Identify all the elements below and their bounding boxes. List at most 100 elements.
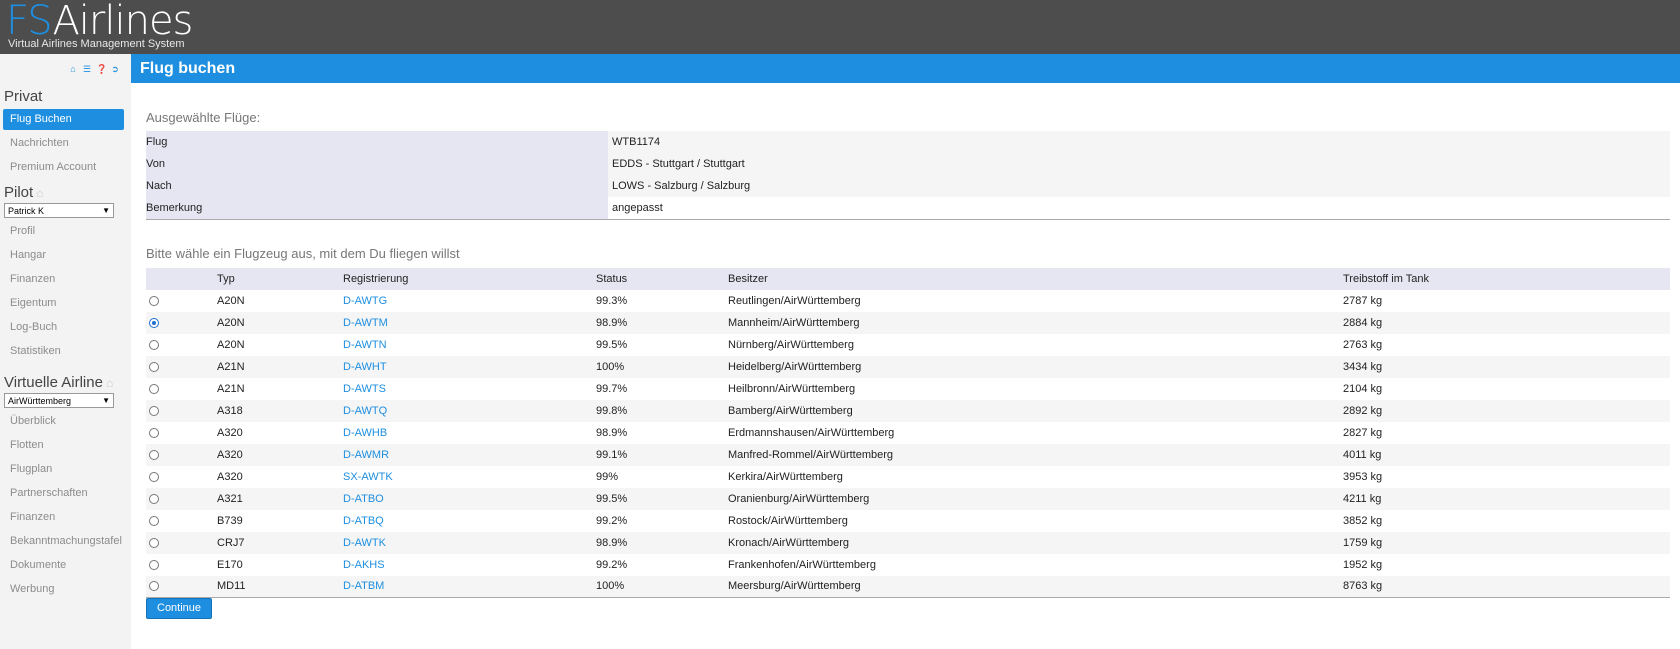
registration-link[interactable]: D-AWTG	[343, 295, 387, 307]
radio-cell	[146, 575, 217, 598]
sidebar-item-flugplan[interactable]: Flugplan	[3, 459, 124, 480]
table-row[interactable]: A320 SX-AWTK 99% Kerkira/AirWürttemberg 3953…	[146, 466, 1670, 488]
chat-icon[interactable]: ☰	[82, 64, 92, 75]
table-row[interactable]: E170 D-AKHS 99.2% Frankenhofen/AirWürttembe…	[146, 554, 1670, 576]
table-row[interactable]: MD11 D-ATBM 100% Meersburg/AirWürttemberg 87…	[146, 575, 1670, 598]
aircraft-type: A318	[217, 399, 343, 422]
aircraft-type: MD11	[217, 575, 343, 598]
pilot-select[interactable]: Patrick K ▼	[4, 203, 114, 218]
table-row[interactable]: A20N D-AWTM 98.9% Mannheim/AirWürttemberg 28…	[146, 311, 1670, 334]
info-label: Bemerkung	[146, 197, 608, 219]
aircraft-status: 99.7%	[596, 382, 628, 395]
info-label: Von	[146, 153, 608, 175]
table-row[interactable]: A21N D-AWHT 100% Heidelberg/AirWürttemberg 3…	[146, 355, 1670, 378]
logout-icon[interactable]: ➲	[110, 64, 120, 75]
registration-cell: D-AWMR	[343, 443, 596, 466]
table-row[interactable]: A318 D-AWTQ 99.8% Bamberg/AirWürttemberg 289…	[146, 399, 1670, 422]
table-row[interactable]: A320 D-AWHB 98.9% Erdmannshausen/AirWürttem…	[146, 422, 1670, 444]
aircraft-owner: Rostock/AirWürttemberg	[728, 514, 848, 527]
sidebar-item-berblick[interactable]: Überblick	[3, 411, 124, 432]
aircraft-radio[interactable]	[149, 537, 159, 548]
aircraft-status: 100%	[596, 575, 728, 598]
aircraft-owner: Heilbronn/AirWürttemberg	[728, 382, 856, 395]
aircraft-radio[interactable]	[149, 559, 159, 570]
aircraft-type: A20N	[217, 311, 343, 334]
aircraft-radio[interactable]	[149, 449, 159, 460]
table-row[interactable]: CRJ7 D-AWTK 98.9% Kronach/AirWürttemberg 175…	[146, 531, 1670, 554]
sidebar-item-eigentum[interactable]: Eigentum	[3, 293, 124, 314]
aircraft-type: A321	[217, 487, 343, 510]
sidebar-item-finanzen[interactable]: Finanzen	[3, 507, 124, 528]
aircraft-radio[interactable]	[149, 339, 159, 350]
table-row[interactable]: A321 D-ATBO 99.5% Oranienburg/AirWürttember…	[146, 487, 1670, 510]
sidebar-item-nachrichten[interactable]: Nachrichten	[3, 133, 124, 154]
home-icon[interactable]: ⌂	[68, 64, 78, 74]
main-content: Ausgewählte Flüge: Flug WTB1174 Von EDDS - …	[146, 83, 1670, 619]
aircraft-radio[interactable]	[149, 295, 159, 306]
column-header: Status	[596, 267, 728, 290]
aircraft-type: A320	[217, 470, 243, 483]
sidebar-item-flug-buchen[interactable]: Flug Buchen	[3, 109, 124, 130]
aircraft-status: 99.1%	[596, 443, 728, 466]
table-row[interactable]: B739 D-ATBQ 99.2% Rostock/AirWürttemberg 385…	[146, 510, 1670, 532]
radio-cell	[146, 443, 217, 466]
radio-cell	[146, 378, 217, 400]
airline-select-value: AirWürttemberg	[8, 395, 72, 406]
registration-link[interactable]: D-ATBQ	[343, 515, 384, 527]
sidebar-item-werbung[interactable]: Werbung	[3, 579, 124, 600]
registration-link[interactable]: D-AWTN	[343, 339, 387, 351]
registration-link[interactable]: D-ATBO	[343, 493, 384, 505]
registration-link[interactable]: D-AKHS	[343, 559, 385, 571]
registration-link[interactable]: D-AWHB	[343, 427, 387, 439]
table-row: Von EDDS - Stuttgart / Stuttgart	[146, 153, 1670, 175]
registration-cell: D-AWTQ	[343, 399, 596, 422]
radio-cell	[146, 422, 217, 444]
sidebar-private-list: Flug Buchen Nachrichten Premium Account	[0, 109, 131, 178]
sidebar-item-dokumente[interactable]: Dokumente	[3, 555, 124, 576]
aircraft-status: 99.8%	[596, 399, 728, 422]
aircraft-radio[interactable]	[149, 427, 159, 438]
aircraft-owner: Manfred-Rommel/AirWürttemberg	[728, 443, 1343, 466]
aircraft-radio[interactable]	[149, 383, 159, 394]
registration-link[interactable]: D-AWTQ	[343, 405, 387, 417]
aircraft-radio[interactable]	[149, 581, 159, 592]
aircraft-radio[interactable]	[149, 317, 159, 328]
brand-logo[interactable]: FSAirlines	[6, 0, 193, 42]
aircraft-radio[interactable]	[149, 471, 159, 482]
sidebar-item-finanzen[interactable]: Finanzen	[3, 269, 124, 290]
airline-select[interactable]: AirWürttemberg ▼	[4, 393, 114, 408]
table-row[interactable]: A320 D-AWMR 99.1% Manfred-Rommel/AirWürttem…	[146, 443, 1670, 466]
sidebar-item-profil[interactable]: Profil	[3, 221, 124, 242]
registration-link[interactable]: D-AWTM	[343, 317, 388, 329]
aircraft-status: 99.5%	[596, 338, 628, 351]
aircraft-owner: Nürnberg/AirWürttemberg	[728, 338, 854, 351]
sidebar-item-flotten[interactable]: Flotten	[3, 435, 124, 456]
registration-link[interactable]: D-AWTS	[343, 383, 386, 395]
registration-link[interactable]: SX-AWTK	[343, 471, 393, 483]
table-row[interactable]: A21N D-AWTS 99.7% Heilbronn/AirWürttemberg 2…	[146, 378, 1670, 400]
registration-link[interactable]: D-AWHT	[343, 361, 387, 373]
continue-button[interactable]: Continue	[146, 598, 213, 619]
help-icon[interactable]: ❓	[96, 64, 107, 75]
table-row[interactable]: A20N D-AWTG 99.3% Reutlingen/AirWürttemberg…	[146, 290, 1670, 312]
sidebar-item-statistiken[interactable]: Statistiken	[3, 341, 124, 362]
aircraft-radio[interactable]	[149, 493, 159, 504]
sidebar-item-hangar[interactable]: Hangar	[3, 245, 124, 266]
table-row[interactable]: A20N D-AWTN 99.5% Nürnberg/AirWürttemberg 27…	[146, 334, 1670, 356]
aircraft-radio[interactable]	[149, 361, 159, 372]
registration-link[interactable]: D-AWTK	[343, 537, 386, 549]
va-title-text: Virtuelle Airline	[4, 374, 103, 391]
sidebar-item-log-buch[interactable]: Log-Buch	[3, 317, 124, 338]
info-value: WTB1174	[608, 131, 1670, 153]
sidebar-item-bekanntmachungstafel[interactable]: Bekanntmachungstafel	[3, 531, 124, 552]
aircraft-type: A20N	[217, 338, 245, 351]
sidebar-item-premium-account[interactable]: Premium Account	[3, 157, 124, 178]
registration-link[interactable]: D-AWMR	[343, 449, 389, 461]
column-header: Treibstoff im Tank	[1343, 267, 1670, 290]
column-header: Typ	[217, 267, 343, 290]
radio-cell	[146, 355, 217, 378]
aircraft-radio[interactable]	[149, 515, 159, 526]
sidebar-item-partnerschaften[interactable]: Partnerschaften	[3, 483, 124, 504]
registration-link[interactable]: D-ATBM	[343, 580, 384, 592]
aircraft-radio[interactable]	[149, 405, 159, 416]
